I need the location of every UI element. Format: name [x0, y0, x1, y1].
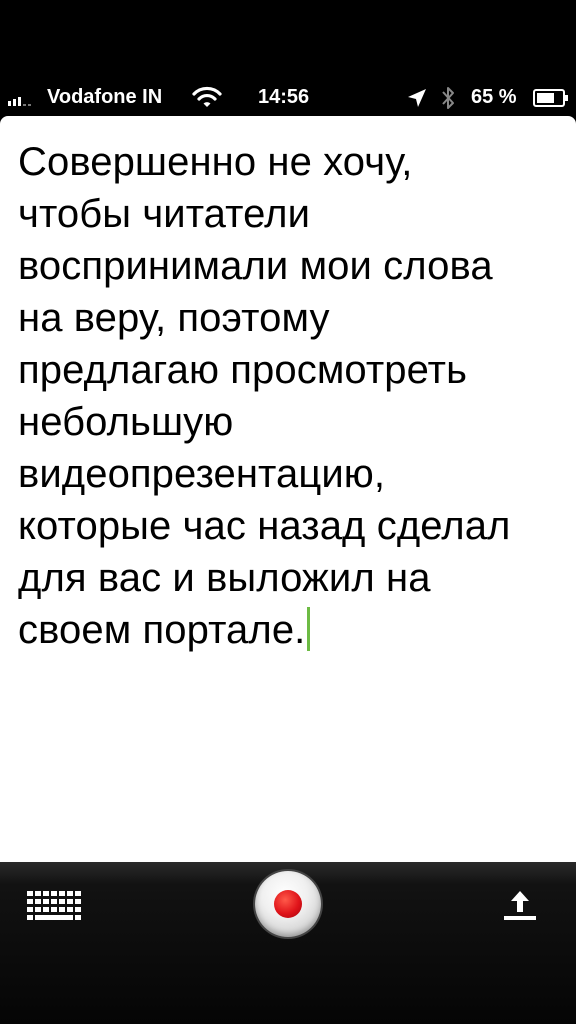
text-line: на веру, поэтому — [18, 296, 330, 340]
text-line: видеопрезентацию, — [18, 452, 386, 496]
text-line: предлагаю просмотреть — [18, 348, 468, 392]
dictated-text[interactable]: Совершенно не хочу, чтобы читатели воспр… — [18, 136, 568, 656]
battery-percent: 65 % — [471, 86, 517, 108]
text-line: чтобы читатели — [18, 192, 311, 236]
keyboard-icon[interactable] — [26, 890, 84, 922]
text-line: небольшую — [18, 400, 234, 444]
location-arrow-icon — [408, 89, 426, 107]
signal-bars-icon — [8, 90, 31, 106]
record-icon — [274, 890, 302, 918]
text-line: которые час назад сделал — [18, 504, 511, 548]
bottom-toolbar — [0, 862, 576, 1024]
text-cursor — [307, 607, 311, 651]
battery-icon — [533, 89, 568, 107]
status-bar: Vodafone IN 14:56 65 % — [0, 80, 576, 116]
dictation-text-area[interactable]: Совершенно не хочу, чтобы читатели воспр… — [0, 116, 576, 862]
bluetooth-icon — [442, 87, 454, 109]
clock-time: 14:56 — [258, 86, 310, 108]
text-line: воспринимали мои слова — [18, 244, 493, 288]
text-line-last: своем портале. — [18, 604, 568, 656]
share-icon[interactable] — [500, 888, 540, 924]
record-button[interactable] — [255, 871, 321, 937]
wifi-icon — [192, 86, 222, 107]
text-line: своем портале. — [18, 608, 306, 652]
screen-top — [0, 0, 576, 80]
carrier-name: Vodafone IN — [47, 86, 163, 108]
text-line: для вас и выложил на — [18, 556, 431, 600]
text-line: Совершенно не хочу, — [18, 140, 413, 184]
